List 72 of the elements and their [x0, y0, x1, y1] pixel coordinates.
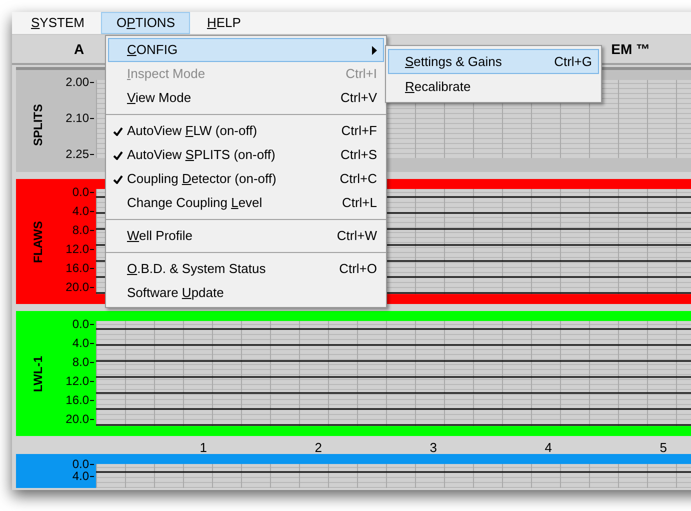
- menu-bar-item[interactable]: SYSTEM: [16, 12, 100, 34]
- axis-tick-label: 16.0: [66, 394, 89, 406]
- menu-item-label: Well Profile: [127, 227, 194, 246]
- axis-tick-label: 4.0: [72, 470, 89, 482]
- axis-tick-label: 2: [314, 441, 322, 454]
- axis-tick-label: 2.10: [66, 112, 89, 124]
- menu-item[interactable]: View Mode Ctrl+V: [108, 86, 384, 110]
- shortcut-label: Ctrl+I: [346, 65, 378, 84]
- axis-tick-label: 2.00: [66, 76, 89, 88]
- window-title: A: [74, 40, 84, 58]
- menu-item[interactable]: AutoView SPLITS (on-off) Ctrl+S: [108, 143, 384, 167]
- axis-tick-label: 4.0: [72, 205, 89, 217]
- axis-tick-label: 1: [200, 441, 207, 454]
- axis-tick-label: 8.0: [72, 356, 89, 368]
- menu-item-label: AutoView FLW (on-off): [127, 122, 258, 140]
- tick-mark: [90, 286, 94, 288]
- axis-tick-label: 0.0: [72, 318, 89, 330]
- axis-tick-label: 4.0: [72, 337, 89, 349]
- panel-label: FLAWS: [30, 220, 46, 262]
- axis-tick-label: 0.0: [72, 186, 89, 198]
- window-title: EM ™: [611, 40, 650, 58]
- axis-tick-label: 4: [544, 441, 552, 454]
- axis-tick-label: 8.0: [72, 224, 89, 236]
- menu-item[interactable]: AutoView FLW (on-off) Ctrl+F: [108, 119, 384, 143]
- panel-label: LWL-1: [30, 356, 46, 392]
- axis-tick-label: 16.0: [66, 262, 89, 274]
- axis-tick-label: 12.0: [66, 375, 89, 387]
- tick-mark: [90, 248, 94, 250]
- shortcut-label: Ctrl+S: [340, 146, 378, 164]
- menu-item-label: Change Coupling Level: [127, 194, 264, 212]
- menu-item[interactable]: Change Coupling Level Ctrl+L: [108, 191, 384, 215]
- checkmark-icon: [113, 174, 123, 184]
- axis-tick-label: 12.0: [66, 243, 89, 255]
- menu-item-label: View Mode: [127, 89, 192, 108]
- checkmark-icon: [113, 150, 123, 160]
- checkmark-icon: [113, 126, 123, 136]
- axis-tick-label: 20.0: [66, 413, 89, 425]
- shortcut-label: Ctrl+F: [341, 122, 378, 140]
- axis-tick-label: 5: [660, 441, 667, 454]
- menu-item[interactable]: Settings & Gains Ctrl+G: [388, 49, 599, 74]
- menu-item[interactable]: O.B.D. & System Status Ctrl+O: [108, 257, 384, 281]
- menu-item-label: Software Update: [127, 284, 225, 302]
- menu-bar-item[interactable]: OPTIONS: [101, 12, 190, 34]
- axis-tick-label: 20.0: [66, 281, 89, 293]
- axis-tick-label: 3: [430, 441, 437, 454]
- menu-item[interactable]: Coupling Detector (on-off) Ctrl+C: [108, 167, 384, 191]
- menu-item[interactable]: CONFIG: [108, 38, 384, 62]
- tick-mark: [90, 418, 94, 420]
- shortcut-label: Ctrl+W: [336, 227, 378, 246]
- shortcut-label: Ctrl+L: [342, 194, 378, 212]
- menu-item-label: Inspect Mode: [127, 65, 206, 84]
- shortcut-label: Ctrl+O: [339, 260, 378, 278]
- submenu-arrow-icon: [372, 46, 377, 54]
- tick-mark: [90, 342, 94, 344]
- menu-item-label: CONFIG: [127, 41, 179, 60]
- tick-mark: [90, 210, 94, 212]
- menu-item-label: Recalibrate: [405, 78, 472, 96]
- shortcut-label: Ctrl+C: [340, 170, 378, 188]
- menu-item[interactable]: Software Update: [108, 281, 384, 305]
- menu-item-label: Coupling Detector (on-off): [127, 170, 278, 188]
- menu-item-label: O.B.D. & System Status: [127, 260, 267, 278]
- panel-label: SPLITS: [30, 104, 46, 146]
- menu-bar-item[interactable]: HELP: [192, 12, 256, 34]
- menu-item-label: Settings & Gains: [405, 52, 503, 71]
- axis-tick-label: 0.0: [72, 458, 89, 470]
- menu-item[interactable]: Well Profile Ctrl+W: [108, 224, 384, 248]
- axis-tick-label: 2.25: [66, 148, 89, 160]
- tick-mark: [90, 380, 94, 382]
- menu-item-label: AutoView SPLITS (on-off): [127, 146, 276, 164]
- shortcut-label: Ctrl+G: [554, 52, 592, 71]
- menu-item[interactable]: Recalibrate: [388, 74, 599, 99]
- shortcut-label: Ctrl+V: [340, 89, 378, 108]
